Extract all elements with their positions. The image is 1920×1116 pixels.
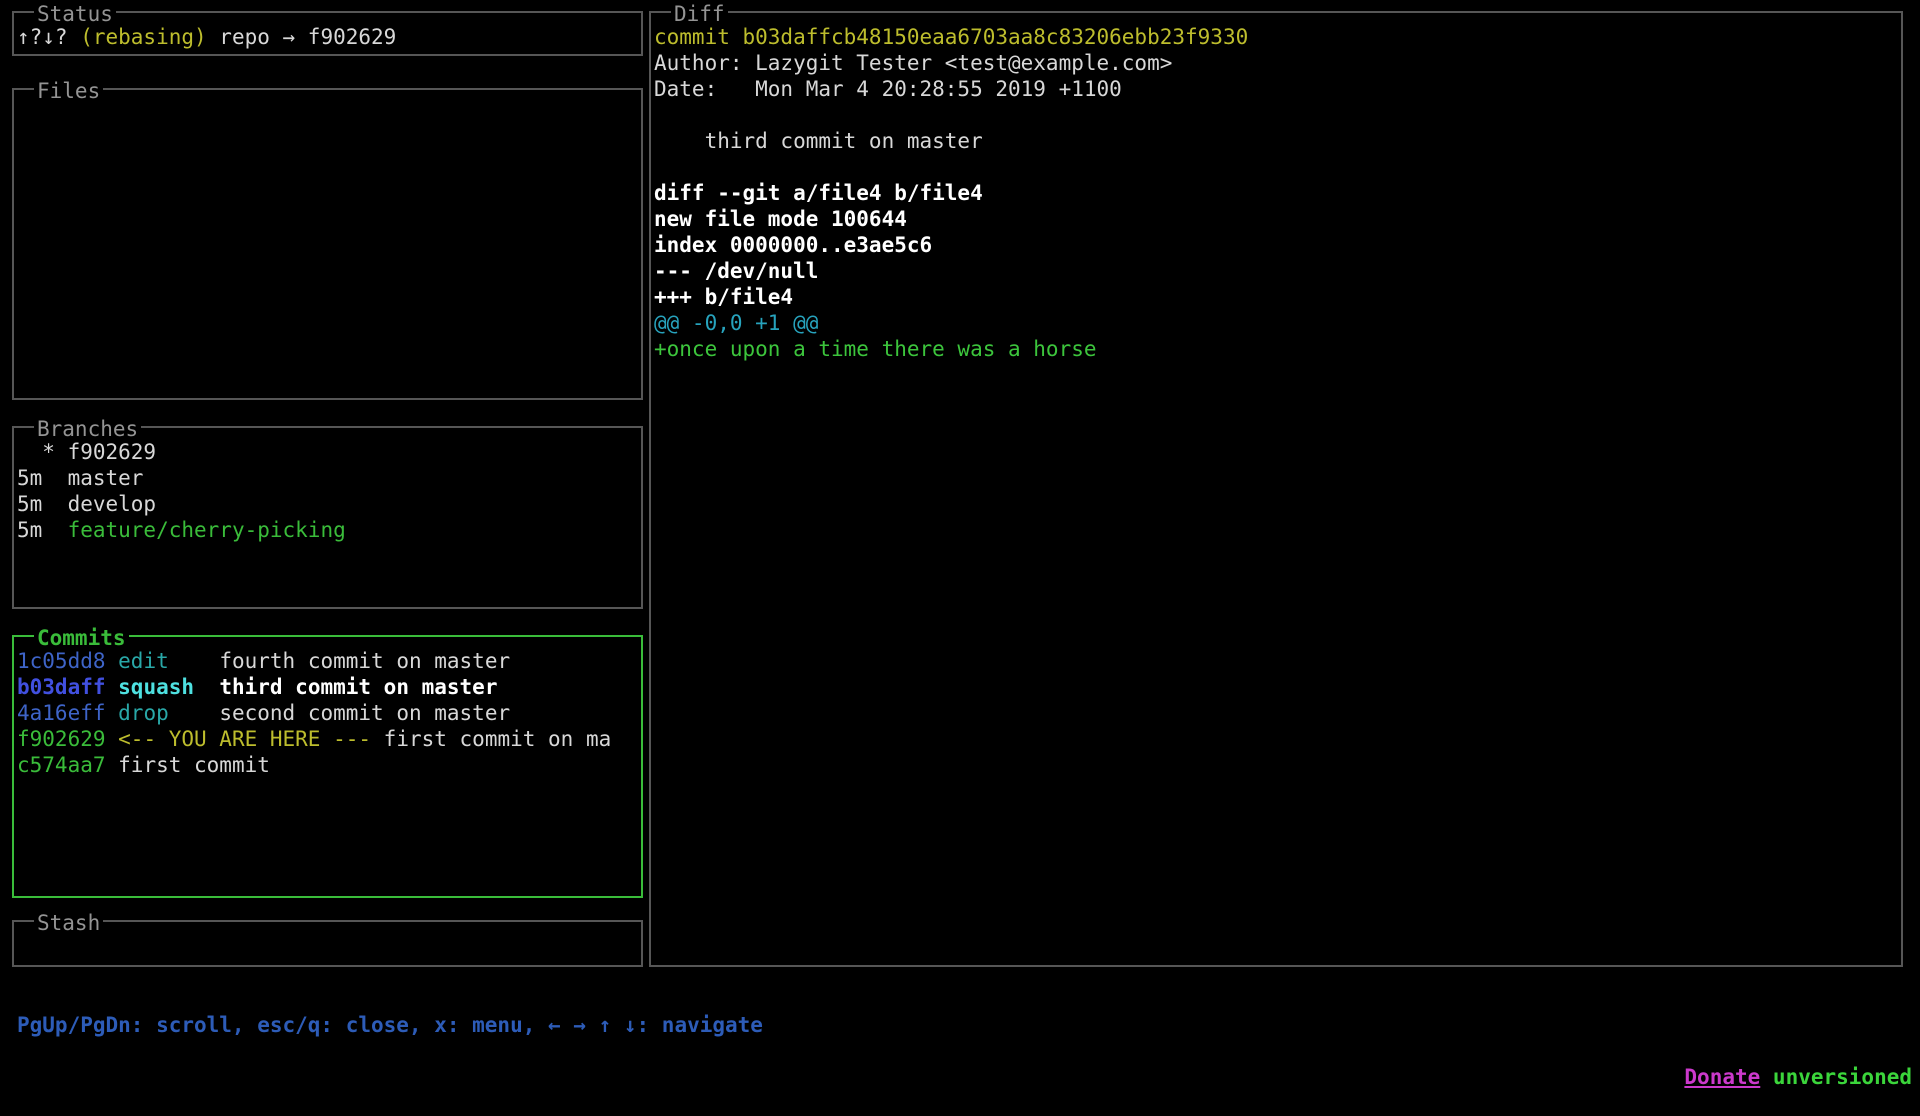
stash-panel[interactable]: Stash <box>12 920 643 967</box>
version-label <box>1760 1065 1773 1089</box>
diff-line-minus-file: --- /dev/null <box>654 258 1898 284</box>
diff-line-filemode: new file mode 100644 <box>654 206 1898 232</box>
files-panel[interactable]: Files <box>12 88 643 400</box>
commit-row[interactable]: 1c05dd8 edit fourth commit on master <box>17 648 638 674</box>
diff-line-index: index 0000000..e3ae5c6 <box>654 232 1898 258</box>
diff-line-commit-message: third commit on master <box>654 128 1898 154</box>
branches-panel-title: Branches <box>34 416 141 442</box>
diff-line-date: Date: Mon Mar 4 20:28:55 2019 +1100 <box>654 76 1898 102</box>
commits-panel-title: Commits <box>34 625 129 651</box>
commit-row[interactable]: c574aa7 first commit <box>17 752 638 778</box>
diff-line-commit-hash: commit b03daffcb48150eaa6703aa8c83206ebb… <box>654 24 1898 50</box>
diff-line-plus-file: +++ b/file4 <box>654 284 1898 310</box>
diff-line-blank <box>654 154 1898 180</box>
status-panel-title: Status <box>34 1 116 27</box>
branch-row-head[interactable]: * f902629 <box>17 439 638 465</box>
version-label: unversioned <box>1773 1065 1912 1089</box>
donate-link[interactable]: Donate <box>1684 1065 1760 1089</box>
commit-row-selected[interactable]: b03daff squash third commit on master <box>17 674 638 700</box>
branch-row-master[interactable]: 5m master <box>17 465 638 491</box>
repo-status-line: ↑?↓? (rebasing) repo → f902629 <box>17 24 638 50</box>
diff-line-header: diff --git a/file4 b/file4 <box>654 180 1898 206</box>
diff-line-added: +once upon a time there was a horse <box>654 336 1898 362</box>
commit-row[interactable]: 4a16eff drop second commit on master <box>17 700 638 726</box>
commits-panel[interactable]: Commits 1c05dd8 edit fourth commit on ma… <box>12 635 643 898</box>
stash-panel-title: Stash <box>34 910 103 936</box>
keybindings-hint: PgUp/PgDn: scroll, esc/q: close, x: menu… <box>17 1012 763 1038</box>
files-list <box>14 90 641 101</box>
branches-panel[interactable]: Branches * f902629 5m master 5m develop … <box>12 426 643 609</box>
diff-panel-title: Diff <box>671 1 728 27</box>
bottom-bar: PgUp/PgDn: scroll, esc/q: close, x: menu… <box>0 986 1920 1012</box>
stash-list <box>14 922 641 933</box>
diff-line-author: Author: Lazygit Tester <test@example.com… <box>654 50 1898 76</box>
branch-row-feature[interactable]: 5m feature/cherry-picking <box>17 517 638 543</box>
diff-panel[interactable]: Diff commit b03daffcb48150eaa6703aa8c832… <box>649 11 1903 967</box>
files-panel-title: Files <box>34 78 103 104</box>
branch-row-develop[interactable]: 5m develop <box>17 491 638 517</box>
status-panel[interactable]: Status ↑?↓? (rebasing) repo → f902629 <box>12 11 643 56</box>
commit-row-you-are-here[interactable]: f902629 <-- YOU ARE HERE --- first commi… <box>17 726 638 752</box>
diff-line-blank <box>654 102 1898 128</box>
diff-line-hunk-header: @@ -0,0 +1 @@ <box>654 310 1898 336</box>
